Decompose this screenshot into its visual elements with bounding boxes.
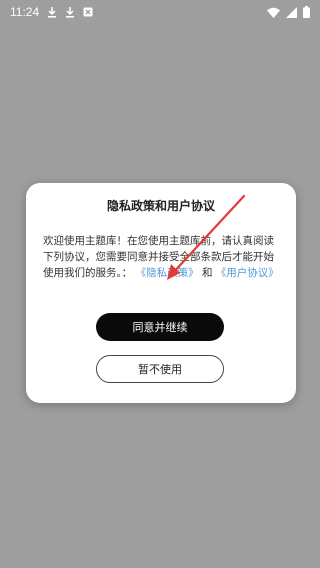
status-time: 11:24 <box>10 5 40 19</box>
and-text: 和 <box>201 267 213 279</box>
battery-icon <box>303 6 310 18</box>
wifi-icon <box>267 7 280 18</box>
download-icon <box>65 6 75 18</box>
download-icon <box>47 6 57 18</box>
user-agreement-link[interactable]: 《用户协议》 <box>216 267 279 279</box>
agree-continue-button[interactable]: 同意并继续 <box>96 313 224 341</box>
notification-app-icon <box>83 7 93 17</box>
status-bar: 11:24 <box>0 0 320 24</box>
signal-icon <box>286 6 297 18</box>
status-left: 11:24 <box>10 5 93 19</box>
decline-button[interactable]: 暂不使用 <box>96 355 224 383</box>
dialog-title: 隐私政策和用户协议 <box>106 199 215 213</box>
dialog-body: 欢迎使用主题库！在您使用主题库前，请认真阅读下列协议，您需要同意并接受全部条款后… <box>43 233 281 281</box>
privacy-policy-link[interactable]: 《隐私政策》 <box>136 267 199 279</box>
privacy-dialog: 隐私政策和用户协议 欢迎使用主题库！在您使用主题库前，请认真阅读下列协议，您需要… <box>26 183 296 403</box>
status-right <box>267 6 310 18</box>
